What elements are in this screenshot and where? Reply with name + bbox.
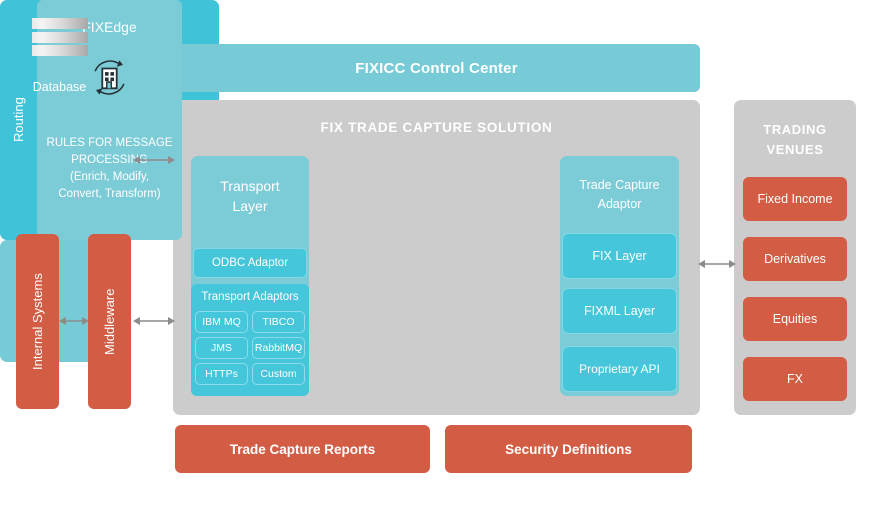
security-definitions-box: Security Definitions (445, 425, 692, 473)
fixicc-control-center-box: FIXICC Control Center (173, 44, 700, 92)
solution-panel-title: FIX TRADE CAPTURE SOLUTION (320, 120, 553, 135)
trading-venues-title-line1: TRADING (763, 122, 827, 137)
security-definitions-label: Security Definitions (505, 441, 632, 457)
transport-layer-title-line1: Transport (220, 178, 280, 194)
routing-left-label: Routing (11, 97, 26, 143)
fixicc-control-center-label: FIXICC Control Center (355, 59, 518, 77)
trade-capture-reports-label: Trade Capture Reports (229, 441, 376, 457)
fix-layer-label: FIX Layer (592, 249, 647, 263)
fixml-layer-label: FIXML Layer (583, 304, 656, 318)
transport-adaptor-chip: IBM MQ (195, 311, 248, 333)
fixedge-rules-line3: (Enrich, Modify, (69, 171, 150, 183)
transport-adaptors-title: Transport Adaptors (201, 291, 299, 303)
transport-layer-title-line2: Layer (232, 198, 268, 214)
proprietary-api-label: Proprietary API (579, 362, 660, 376)
transport-adaptor-chip: HTTPs (195, 363, 248, 385)
trade-capture-adaptor-title-line2: Adaptor (597, 197, 642, 211)
database-label: Database (32, 80, 87, 94)
transport-adaptors-grid: IBM MQ TIBCO JMS RabbitMQ HTTPs Custom (195, 311, 305, 385)
venue-fx: FX (743, 357, 847, 401)
database-cylinder-icon (32, 18, 88, 56)
fix-layer-box: FIX Layer (562, 233, 677, 279)
trading-venues-title: TRADING VENUES (734, 120, 856, 160)
middleware-box: Middleware (88, 234, 131, 409)
trade-capture-adaptor-title-line1: Trade Capture (579, 178, 660, 192)
internal-systems-box: Internal Systems (16, 234, 59, 409)
middleware-label: Middleware (102, 288, 117, 355)
arrow-middleware-to-solution (133, 317, 175, 325)
transport-adaptors-box: Transport Adaptors IBM MQ TIBCO JMS RabbitM… (191, 284, 309, 396)
odbc-adaptor-box: ODBC Adaptor (193, 248, 307, 278)
fixml-layer-box: FIXML Layer (562, 288, 677, 334)
transport-layer-title: Transport Layer (191, 176, 309, 216)
transport-adaptor-chip: TIBCO (252, 311, 305, 333)
database-bar (32, 18, 88, 29)
trade-capture-reports-box: Trade Capture Reports (175, 425, 430, 473)
transport-adaptor-chip: JMS (195, 337, 248, 359)
venue-label: Equities (772, 312, 818, 326)
venue-label: FX (787, 372, 803, 386)
trading-venues-title-line2: VENUES (766, 142, 824, 157)
venue-derivatives: Derivatives (743, 237, 847, 281)
diagram-canvas: FIXICC Control Center FIX TRADE CAPTURE … (0, 0, 870, 519)
fixedge-rules-text: RULES FOR MESSAGE PROCESSING (Enrich, Mo… (40, 135, 179, 203)
odbc-adaptor-label: ODBC Adaptor (211, 257, 289, 269)
arrow-internal-systems-to-middleware (59, 317, 89, 325)
database-bar (32, 45, 88, 56)
arrow-solution-to-trading-venues (698, 260, 736, 268)
venue-fixed-income: Fixed Income (743, 177, 847, 221)
fixedge-rules-line4: Convert, Transform) (58, 188, 161, 200)
arrow-database-to-solution (133, 156, 175, 164)
trade-capture-adaptor-title: Trade Capture Adaptor (560, 176, 679, 214)
venue-label: Derivatives (764, 252, 826, 266)
transport-adaptor-chip: Custom (252, 363, 305, 385)
database-bar (32, 31, 88, 43)
transport-adaptor-chip: RabbitMQ (252, 337, 305, 359)
venue-equities: Equities (743, 297, 847, 341)
proprietary-api-box: Proprietary API (562, 346, 677, 392)
internal-systems-label: Internal Systems (30, 273, 45, 370)
fixedge-rules-line1: RULES FOR MESSAGE (46, 137, 173, 149)
venue-label: Fixed Income (757, 192, 833, 206)
